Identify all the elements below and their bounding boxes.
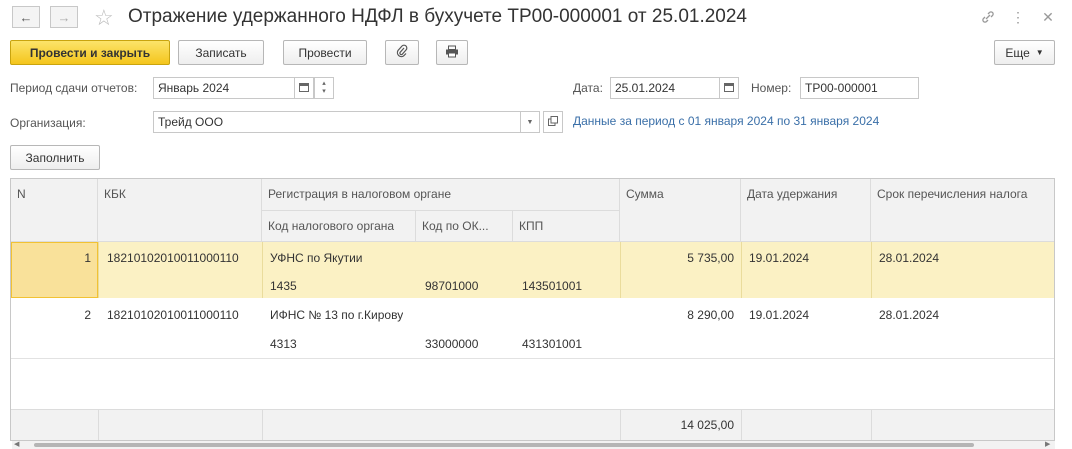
vertical-dots-icon[interactable]: ⋮ <box>1008 7 1028 27</box>
row-sum[interactable]: 5 735,00 <box>620 251 734 265</box>
arrow-left-icon: ← <box>19 9 33 25</box>
column-divider <box>741 242 742 298</box>
row-number[interactable]: 1 <box>11 251 91 265</box>
row-kbk[interactable]: 18210102010011000110 <box>107 251 239 265</box>
stepper-up-icon[interactable]: ▴ <box>322 80 326 88</box>
row-kpp[interactable]: 143501001 <box>522 279 582 293</box>
more-button[interactable]: Еще ▼ <box>994 40 1055 65</box>
stepper-down-icon[interactable]: ▾ <box>322 88 326 96</box>
date-label: Дата: <box>573 81 603 95</box>
column-divider <box>741 410 742 440</box>
forward-button[interactable]: → <box>50 6 78 28</box>
header-kbk[interactable]: КБК <box>98 179 262 242</box>
row-hold-date[interactable]: 19.01.2024 <box>749 251 809 265</box>
calendar-button[interactable] <box>294 77 314 99</box>
row-hold-date[interactable]: 19.01.2024 <box>749 308 809 322</box>
header-transfer-date[interactable]: Срок перечисления налога <box>871 179 1054 242</box>
table-footer: 14 025,00 <box>11 409 1054 440</box>
post-button[interactable]: Провести <box>283 40 367 65</box>
column-divider <box>871 242 872 298</box>
date-field[interactable]: 25.01.2024 <box>610 77 720 99</box>
column-divider <box>262 410 263 440</box>
row-sum[interactable]: 8 290,00 <box>620 308 734 322</box>
row-transfer-date[interactable]: 28.01.2024 <box>879 308 939 322</box>
column-divider <box>262 242 263 298</box>
tax-table: N КБК Регистрация в налоговом органе Код… <box>10 178 1055 441</box>
row-kbk[interactable]: 18210102010011000110 <box>107 308 239 322</box>
organization-field[interactable]: Трейд ООО <box>153 111 521 133</box>
column-divider <box>871 410 872 440</box>
header-hold-date[interactable]: Дата удержания <box>741 179 871 242</box>
column-divider <box>98 242 99 298</box>
row-tax-code[interactable]: 1435 <box>270 279 297 293</box>
scroll-left-icon[interactable]: ◀ <box>14 441 19 448</box>
date-calendar-button[interactable] <box>719 77 739 99</box>
organization-dropdown-button[interactable]: ▼ <box>520 111 540 133</box>
calendar-icon <box>724 82 734 95</box>
horizontal-scrollbar[interactable]: ◀ ▶ <box>12 441 1055 449</box>
number-label: Номер: <box>751 81 792 95</box>
more-label: Еще <box>1005 45 1030 60</box>
back-button[interactable]: ← <box>12 6 40 28</box>
period-link[interactable]: Данные за период с 01 января 2024 по 31 … <box>573 114 879 128</box>
row-number[interactable]: 2 <box>11 308 91 322</box>
open-organization-button[interactable] <box>543 111 563 133</box>
arrow-right-icon: → <box>57 9 71 25</box>
calendar-icon <box>299 82 309 95</box>
post-and-close-button[interactable]: Провести и закрыть <box>10 40 170 65</box>
number-field[interactable]: ТР00-000001 <box>800 77 919 99</box>
header-kpp[interactable]: КПП <box>513 211 620 242</box>
row-okato[interactable]: 33000000 <box>425 337 478 351</box>
save-button[interactable]: Записать <box>178 40 264 65</box>
period-stepper[interactable]: ▴ ▾ <box>314 77 334 99</box>
open-window-icon <box>548 115 558 129</box>
row-organization[interactable]: УФНС по Якутии <box>270 251 362 265</box>
chevron-down-icon: ▼ <box>1035 48 1044 57</box>
link-icon[interactable] <box>978 7 998 27</box>
printer-icon <box>445 45 459 61</box>
column-divider <box>620 242 621 298</box>
attach-button[interactable] <box>385 40 419 65</box>
row-kpp[interactable]: 431301001 <box>522 337 582 351</box>
row-transfer-date[interactable]: 28.01.2024 <box>879 251 939 265</box>
chevron-down-icon: ▼ <box>526 118 534 126</box>
row-organization[interactable]: ИФНС № 13 по г.Кирову <box>270 308 403 322</box>
row-tax-code[interactable]: 4313 <box>270 337 297 351</box>
header-okato[interactable]: Код по ОК... <box>416 211 513 242</box>
star-icon[interactable]: ☆ <box>94 5 114 31</box>
row-okato[interactable]: 98701000 <box>425 279 478 293</box>
period-field[interactable]: Январь 2024 <box>153 77 295 99</box>
organization-label: Организация: <box>10 116 86 130</box>
period-label: Период сдачи отчетов: <box>10 81 138 95</box>
total-sum: 14 025,00 <box>680 418 734 432</box>
page-title: Отражение удержанного НДФЛ в бухучете ТР… <box>128 6 748 27</box>
header-sum[interactable]: Сумма <box>620 179 741 242</box>
scroll-right-icon[interactable]: ▶ <box>1045 441 1050 448</box>
close-icon[interactable]: ✕ <box>1038 7 1058 27</box>
header-n[interactable]: N <box>11 179 98 242</box>
header-registration[interactable]: Регистрация в налоговом органе <box>262 179 620 211</box>
scrollbar-thumb[interactable] <box>34 443 974 447</box>
paperclip-icon <box>396 44 408 61</box>
column-divider <box>98 410 99 440</box>
print-button[interactable] <box>436 40 468 65</box>
fill-button[interactable]: Заполнить <box>10 145 100 170</box>
header-tax-code[interactable]: Код налогового органа <box>262 211 416 242</box>
